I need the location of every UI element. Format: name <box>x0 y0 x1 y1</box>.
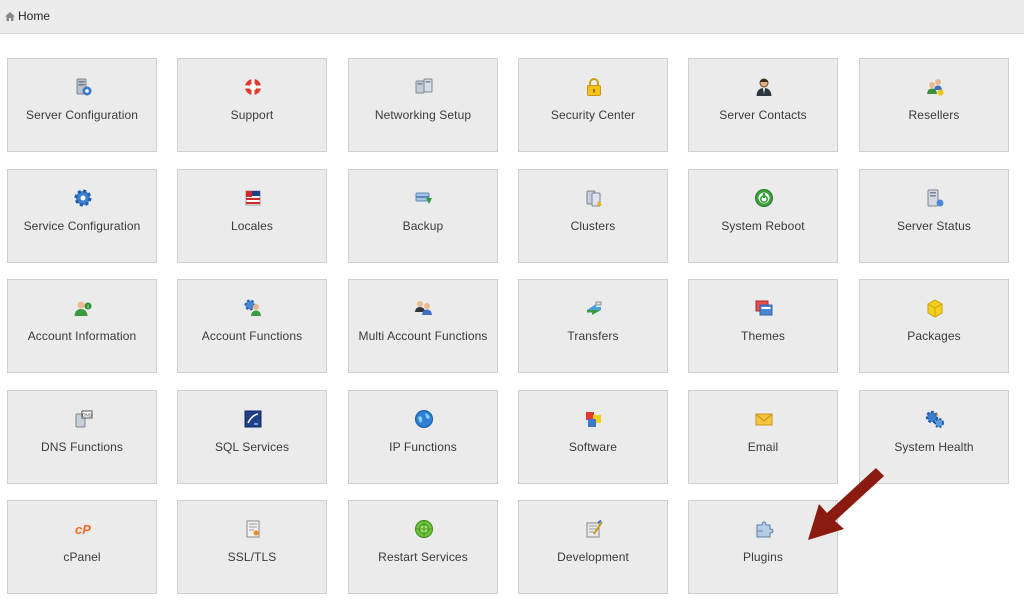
puzzle-icon <box>754 519 774 539</box>
tile-support[interactable]: Support <box>177 58 327 152</box>
contact-person-icon <box>754 77 774 97</box>
tile-label: Backup <box>402 219 444 233</box>
tile-system-reboot[interactable]: System Reboot <box>688 169 838 263</box>
tile-ssl-tls[interactable]: SSL/TLS <box>177 500 327 594</box>
tile-locales[interactable]: Locales <box>177 169 327 263</box>
gear-icon <box>73 188 93 208</box>
system-health-icon <box>925 409 945 429</box>
tile-server-configuration[interactable]: Server Configuration <box>7 58 157 152</box>
tile-label: Email <box>747 440 779 454</box>
tile-label: Server Status <box>897 219 971 233</box>
tile-label: System Health <box>894 440 974 454</box>
tile-label: Multi Account Functions <box>358 329 488 343</box>
tile-label: Transfers <box>567 329 619 343</box>
power-icon <box>754 188 774 208</box>
tile-restart-services[interactable]: Restart Services <box>348 500 498 594</box>
tile-label: Restart Services <box>378 550 468 564</box>
certificate-icon <box>243 519 263 539</box>
tile-software[interactable]: Software <box>518 390 668 484</box>
breadcrumb-home[interactable]: Home <box>4 9 50 23</box>
globe-icon <box>414 409 434 429</box>
tile-label: SSL/TLS <box>227 550 277 564</box>
sql-icon <box>243 409 263 429</box>
tile-label: System Reboot <box>721 219 805 233</box>
breadcrumb-home-label: Home <box>18 9 51 23</box>
package-box-icon <box>925 298 945 318</box>
account-info-icon: i <box>73 298 93 318</box>
tile-label: Clusters <box>570 219 616 233</box>
tile-transfers[interactable]: Transfers <box>518 279 668 373</box>
resellers-icon <box>925 77 945 97</box>
svg-text:cP: cP <box>75 522 91 537</box>
tile-label: Resellers <box>908 108 960 122</box>
tile-server-status[interactable]: Server Status <box>859 169 1009 263</box>
svg-text:i: i <box>87 305 88 311</box>
cpanel-logo-icon: cP <box>73 519 93 539</box>
annotation-arrow <box>808 468 884 540</box>
tile-server-contacts[interactable]: Server Contacts <box>688 58 838 152</box>
tile-resellers[interactable]: Resellers <box>859 58 1009 152</box>
tile-account-information[interactable]: i Account Information <box>7 279 157 373</box>
software-cubes-icon <box>584 409 604 429</box>
flag-icon <box>243 188 263 208</box>
tile-label: Themes <box>741 329 785 343</box>
tile-label: Account Functions <box>201 329 303 343</box>
tile-label: Support <box>230 108 274 122</box>
tile-label: Service Configuration <box>23 219 141 233</box>
tile-networking-setup[interactable]: Networking Setup <box>348 58 498 152</box>
home-icon <box>5 11 15 21</box>
tile-account-functions[interactable]: Account Functions <box>177 279 327 373</box>
dns-icon: DNS <box>73 409 93 429</box>
tile-label: Account Information <box>27 329 137 343</box>
account-functions-icon <box>243 298 263 318</box>
tile-themes[interactable]: Themes <box>688 279 838 373</box>
lifebuoy-icon <box>243 77 263 97</box>
tile-clusters[interactable]: Clusters <box>518 169 668 263</box>
tile-label: DNS Functions <box>41 440 123 454</box>
cluster-icon <box>584 188 604 208</box>
tile-label: SQL Services <box>214 440 290 454</box>
themes-icon <box>754 298 774 318</box>
server-config-icon <box>73 77 93 97</box>
tile-label: Networking Setup <box>374 108 472 122</box>
tile-label: Packages <box>907 329 961 343</box>
tile-label: cPanel <box>63 550 101 564</box>
backup-icon <box>414 188 434 208</box>
tile-cpanel[interactable]: cP cPanel <box>7 500 157 594</box>
tile-label: Software <box>568 440 618 454</box>
tile-label: Server Contacts <box>719 108 807 122</box>
tile-label: Server Configuration <box>25 108 139 122</box>
tile-ip-functions[interactable]: IP Functions <box>348 390 498 484</box>
development-icon <box>584 519 604 539</box>
tile-backup[interactable]: Backup <box>348 169 498 263</box>
network-icon <box>414 77 434 97</box>
tile-label: Locales <box>230 219 274 233</box>
tile-label: IP Functions <box>389 440 457 454</box>
server-status-icon <box>925 188 945 208</box>
tile-label: Security Center <box>550 108 636 122</box>
svg-text:DNS: DNS <box>82 413 92 418</box>
tile-multi-account-functions[interactable]: Multi Account Functions <box>348 279 498 373</box>
envelope-icon <box>754 409 774 429</box>
tile-label: Development <box>557 550 629 564</box>
tile-development[interactable]: Development <box>518 500 668 594</box>
tile-label: Plugins <box>742 550 784 564</box>
tile-security-center[interactable]: Security Center <box>518 58 668 152</box>
restart-icon <box>414 519 434 539</box>
tile-sql-services[interactable]: SQL Services <box>177 390 327 484</box>
padlock-icon <box>584 77 604 97</box>
tile-dns-functions[interactable]: DNS DNS Functions <box>7 390 157 484</box>
transfer-icon <box>584 298 604 318</box>
multi-account-icon <box>414 298 434 318</box>
tile-service-configuration[interactable]: Service Configuration <box>7 169 157 263</box>
tile-packages[interactable]: Packages <box>859 279 1009 373</box>
top-bar: Home <box>0 0 1024 34</box>
